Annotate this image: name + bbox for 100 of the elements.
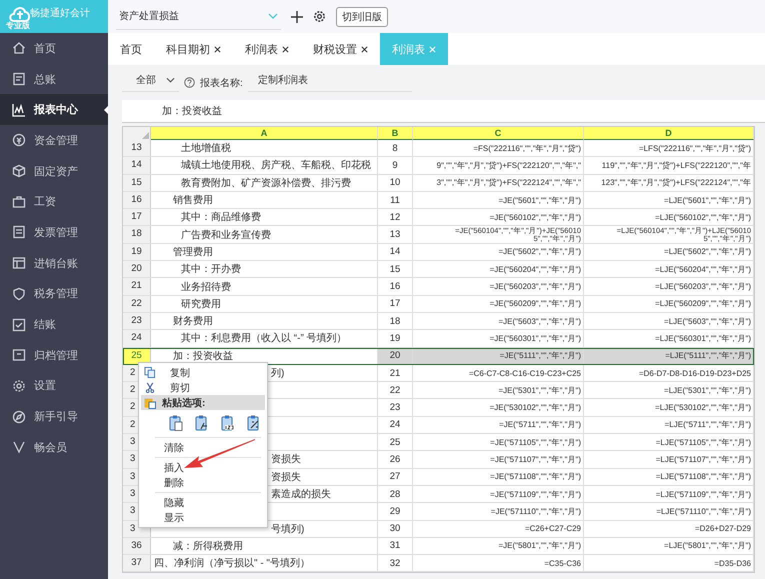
sidebar-item[interactable]: 结账: [0, 309, 108, 340]
table-cell: 21: [390, 368, 400, 378]
row-number[interactable]: 18: [123, 226, 151, 243]
scissors-icon: [144, 382, 156, 393]
column-header[interactable]: C: [413, 127, 584, 140]
switch-version-button[interactable]: 切到旧版: [336, 6, 388, 26]
row-number[interactable]: 23: [123, 312, 151, 330]
plus-icon[interactable]: [291, 10, 303, 22]
row-number[interactable]: 15: [123, 174, 151, 191]
shield-icon: [12, 286, 26, 301]
archive-icon: [12, 348, 26, 362]
close-icon[interactable]: [282, 46, 289, 52]
row-number[interactable]: 14: [123, 157, 151, 174]
table-cell: 28: [390, 488, 400, 500]
row-number[interactable]: 13: [123, 140, 151, 156]
formula-cell: =JE("5601","","年","月"): [498, 194, 581, 206]
sidebar-item[interactable]: 资金管理: [0, 125, 108, 156]
sidebar-item[interactable]: 发票管理: [0, 217, 108, 248]
chevron-down-icon: [268, 13, 278, 19]
receipt-icon: [12, 225, 26, 240]
clipboard-icon[interactable]: [247, 415, 261, 431]
table-cell: 25: [390, 436, 400, 448]
sidebar-item[interactable]: 新手引导: [0, 401, 108, 432]
formula-cell: =LJE("5602","","年","月"): [664, 246, 751, 258]
menu-item[interactable]: 复制: [141, 365, 265, 380]
table-cell: 29: [390, 506, 400, 517]
settings-icon[interactable]: [313, 10, 326, 23]
table-cell-text: 其中：商品维修费: [181, 210, 261, 224]
table-cell: 10: [390, 177, 400, 188]
row-number[interactable]: 16: [123, 192, 151, 208]
tab[interactable]: 首页: [108, 33, 154, 65]
table-cell-text: 管理费用: [173, 246, 213, 259]
table-cell-text: 教育费附加、矿产资源补偿费、排污费: [181, 176, 351, 190]
row-number[interactable]: 20: [123, 261, 151, 278]
filter-dropdown[interactable]: 全部: [122, 73, 179, 92]
clipboard-icon[interactable]: [195, 415, 209, 431]
formula-cell: =JE("5801","","年","月"): [498, 540, 581, 552]
table-cell: 13: [390, 229, 400, 240]
help-icon[interactable]: [184, 77, 195, 88]
table-cell: 27: [390, 471, 400, 482]
close-icon[interactable]: [214, 46, 221, 52]
sidebar-item[interactable]: 总账: [0, 64, 108, 94]
selected-row[interactable]: 25 加：投资收益 20 =JE("5111","","年","月") =LJE("5111","","年","月"): [123, 348, 754, 365]
sidebar-item[interactable]: 报表中心: [0, 94, 108, 126]
table-cell-text: 其中：开办费: [181, 262, 241, 276]
clipboard-icon[interactable]: [221, 415, 235, 431]
sidebar-item[interactable]: 工资: [0, 186, 108, 218]
row-number[interactable]: 24: [123, 330, 151, 347]
row-number[interactable]: 22: [123, 296, 151, 312]
formula-cell: =JE("5711","","年","月"): [499, 419, 581, 430]
table-cell: 11: [390, 194, 400, 206]
sidebar-item[interactable]: 归档管理: [0, 340, 108, 371]
table-cell-text: 土地增值税: [181, 142, 231, 156]
corner-cell[interactable]: [123, 127, 151, 140]
menu-section-header: 粘贴选项:: [141, 395, 265, 410]
sidebar-item[interactable]: 设置: [0, 370, 108, 402]
formula-cell: 3","","年","月","贷")+FS("222124","","年",": [436, 177, 581, 188]
table-cell: 22: [390, 384, 400, 396]
table-cell-text: 列): [271, 367, 284, 380]
formula-cell: =JE("560203","","年","月"): [490, 281, 581, 292]
table-cell-text: 城镇土地使用税、房产税、车船税、印花税: [181, 158, 371, 172]
formula-cell: =LJE("560301","","年","月"): [655, 332, 751, 344]
column-header[interactable]: A: [151, 127, 378, 140]
table-cell-text: 素造成的损失: [271, 488, 331, 502]
formula-cell: =C35-C36: [544, 558, 581, 568]
formula-cell: =LJE("5301","","年","月"): [664, 384, 751, 396]
sidebar-item[interactable]: 税务管理: [0, 278, 108, 310]
briefcase-icon: [12, 194, 26, 209]
report-select[interactable]: 资产处置损益: [116, 4, 281, 30]
row-number[interactable]: 36: [123, 538, 151, 554]
close-icon[interactable]: [361, 46, 368, 52]
sidebar-item[interactable]: 固定资产: [0, 156, 108, 186]
sidebar-item[interactable]: 畅会员: [0, 432, 108, 463]
row-number[interactable]: 19: [123, 244, 151, 260]
table-cell-text: 资损失: [271, 452, 301, 466]
table-cell-text: 财务费用: [173, 314, 213, 328]
report-name-field[interactable]: 定制利润表: [248, 73, 412, 92]
column-header[interactable]: B: [378, 127, 413, 140]
table-cell-text: 研究费用: [181, 298, 221, 311]
row-number[interactable]: 21: [123, 278, 151, 295]
table-cell: 12: [390, 212, 400, 223]
clipboard-icon[interactable]: [169, 415, 183, 431]
tab[interactable]: 科目期初: [154, 33, 233, 65]
sidebar-item[interactable]: 首页: [0, 33, 108, 64]
tab[interactable]: 财税设置: [301, 33, 380, 65]
row-number[interactable]: 25: [123, 348, 151, 364]
tab[interactable]: 利润表: [233, 33, 301, 65]
formula-cell: =JE("560209","","年","月"): [490, 298, 581, 310]
table-cell-text: 号填列): [271, 522, 304, 536]
formula-bar[interactable]: 加：投资收益: [122, 100, 765, 123]
column-header[interactable]: D: [584, 127, 754, 140]
compass-icon: [12, 410, 26, 424]
formula-cell: =LJE("571108","","年","月"): [656, 471, 751, 482]
app-title: 畅捷通好会计: [30, 6, 90, 20]
sidebar-item[interactable]: 进销台账: [0, 248, 108, 278]
formula-cell: =JE("571110","","年","月"): [490, 506, 581, 517]
formula-cell: =JE("530102","","年","月"): [490, 402, 581, 414]
row-number[interactable]: 37: [123, 555, 151, 572]
row-number[interactable]: 17: [123, 209, 151, 226]
gear-icon: [12, 378, 26, 393]
